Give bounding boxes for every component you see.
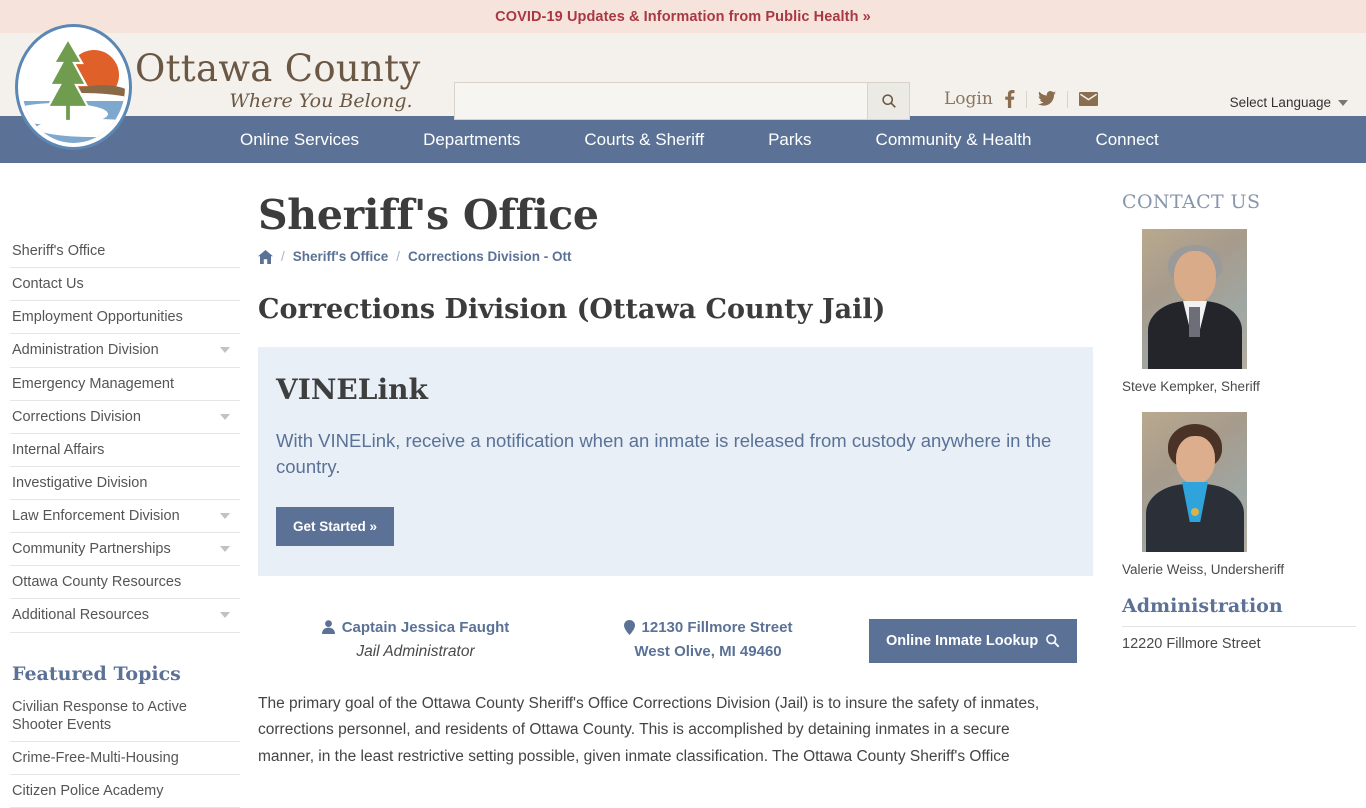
- map-pin-icon: [624, 620, 635, 635]
- jail-address-block: 12130 Fillmore Street West Olive, MI 494…: [563, 619, 853, 660]
- breadcrumb-separator: /: [396, 249, 400, 264]
- site-logo[interactable]: Ottawa County Where You Belong.: [18, 27, 421, 147]
- breadcrumb: / Sheriff's Office / Corrections Divisio…: [258, 249, 1100, 264]
- contact-us-heading: CONTACT US: [1122, 191, 1366, 213]
- sidebar-item-ottawa-county-resources[interactable]: Ottawa County Resources: [10, 566, 240, 599]
- jail-address-line2: West Olive, MI 49460: [563, 643, 853, 660]
- featured-item-citizen-police-academy[interactable]: Citizen Police Academy: [10, 775, 240, 808]
- sidebar-item-label: Investigative Division: [12, 474, 147, 492]
- nav-item-connect[interactable]: Connect: [1063, 116, 1190, 163]
- sidebar-item-label: Additional Resources: [12, 606, 149, 624]
- search-icon: [1045, 633, 1060, 648]
- nav-item-parks[interactable]: Parks: [736, 116, 843, 163]
- contact-info-row: Captain Jessica Faught Jail Administrato…: [258, 619, 1100, 663]
- chevron-down-icon[interactable]: [220, 513, 230, 519]
- chevron-down-icon[interactable]: [220, 347, 230, 353]
- get-started-button[interactable]: Get Started »: [276, 507, 394, 546]
- sidebar-item-contact-us[interactable]: Contact Us: [10, 268, 240, 301]
- administration-heading: Administration: [1122, 595, 1356, 627]
- administration-address: 12220 Fillmore Street: [1122, 636, 1366, 652]
- ottawa-county-seal-icon: [18, 27, 129, 147]
- portrait-steve-kempker: [1142, 229, 1247, 369]
- pine-tree-icon: [40, 37, 96, 121]
- right-sidebar: CONTACT US Steve Kempker, Sheriff Valeri…: [1100, 163, 1366, 808]
- sidebar-item-law-enforcement-division[interactable]: Law Enforcement Division: [10, 500, 240, 533]
- header-utility-links: Login: [944, 89, 1098, 109]
- chevron-down-icon[interactable]: [220, 612, 230, 618]
- sidebar-item-corrections-division[interactable]: Corrections Division: [10, 401, 240, 434]
- sidebar-item-sheriffs-office[interactable]: Sheriff's Office: [10, 235, 240, 268]
- section-title: Corrections Division (Ottawa County Jail…: [258, 294, 1100, 325]
- vinelink-panel: VINELink With VINELink, receive a notifi…: [258, 347, 1093, 576]
- featured-item-label: Crime-Free-Multi-Housing: [12, 749, 179, 767]
- featured-item-civilian-response[interactable]: Civilian Response to Active Shooter Even…: [10, 691, 240, 742]
- featured-topics-list: Civilian Response to Active Shooter Even…: [10, 691, 240, 808]
- sidebar-item-label: Emergency Management: [12, 375, 174, 393]
- language-selector-label: Select Language: [1230, 95, 1331, 110]
- search-input[interactable]: [454, 82, 868, 120]
- vinelink-heading: VINELink: [276, 373, 1093, 406]
- sidebar-item-label: Contact Us: [12, 275, 84, 293]
- nav-item-community-health[interactable]: Community & Health: [844, 116, 1064, 163]
- sidebar-item-internal-affairs[interactable]: Internal Affairs: [10, 434, 240, 467]
- sidebar-item-investigative-division[interactable]: Investigative Division: [10, 467, 240, 500]
- sidebar-item-label: Sheriff's Office: [12, 242, 105, 260]
- online-inmate-lookup-label: Online Inmate Lookup: [886, 633, 1038, 649]
- page-body: Sheriff's Office Contact Us Employment O…: [0, 163, 1366, 808]
- sidebar-item-employment-opportunities[interactable]: Employment Opportunities: [10, 301, 240, 334]
- vinelink-description: With VINELink, receive a notification wh…: [276, 428, 1066, 481]
- sidebar-nav: Sheriff's Office Contact Us Employment O…: [10, 235, 240, 633]
- sidebar-item-label: Administration Division: [12, 341, 159, 359]
- chevron-down-icon[interactable]: [220, 414, 230, 420]
- featured-item-crime-free-multi-housing[interactable]: Crime-Free-Multi-Housing: [10, 742, 240, 775]
- left-sidebar: Sheriff's Office Contact Us Employment O…: [0, 163, 240, 808]
- person-icon: [322, 620, 335, 634]
- sidebar-item-community-partnerships[interactable]: Community Partnerships: [10, 533, 240, 566]
- sidebar-item-administration-division[interactable]: Administration Division: [10, 334, 240, 367]
- sidebar-item-label: Law Enforcement Division: [12, 507, 180, 525]
- jail-administrator-title: Jail Administrator: [268, 643, 563, 661]
- online-inmate-lookup-button[interactable]: Online Inmate Lookup: [869, 619, 1077, 663]
- nav-item-courts-sheriff[interactable]: Courts & Sheriff: [552, 116, 736, 163]
- sidebar-item-label: Community Partnerships: [12, 540, 171, 558]
- sidebar-item-label: Internal Affairs: [12, 441, 104, 459]
- featured-item-label: Citizen Police Academy: [12, 782, 164, 800]
- logo-title: Ottawa County: [135, 50, 421, 87]
- breadcrumb-item-sheriffs-office[interactable]: Sheriff's Office: [293, 249, 388, 264]
- sidebar-item-label: Ottawa County Resources: [12, 573, 181, 591]
- intro-paragraph: The primary goal of the Ottawa County Sh…: [258, 691, 1068, 771]
- portrait-valerie-weiss: [1142, 412, 1247, 552]
- sidebar-item-additional-resources[interactable]: Additional Resources: [10, 599, 240, 632]
- portrait-caption-sheriff: Steve Kempker, Sheriff: [1122, 379, 1366, 394]
- jail-administrator-block: Captain Jessica Faught Jail Administrato…: [258, 619, 563, 661]
- covid-banner-link[interactable]: COVID-19 Updates & Information from Publ…: [495, 9, 871, 25]
- chevron-down-icon[interactable]: [220, 546, 230, 552]
- language-selector[interactable]: Select Language: [1230, 95, 1348, 110]
- facebook-icon[interactable]: [1004, 90, 1015, 108]
- twitter-icon[interactable]: [1038, 91, 1056, 107]
- divider: [1067, 91, 1068, 108]
- featured-item-label: Civilian Response to Active Shooter Even…: [12, 698, 230, 734]
- breadcrumb-separator: /: [281, 249, 285, 264]
- envelope-icon[interactable]: [1079, 92, 1098, 106]
- featured-topics-heading: Featured Topics: [12, 663, 240, 685]
- search-button[interactable]: [868, 82, 910, 120]
- login-link[interactable]: Login: [944, 89, 993, 109]
- divider: [1026, 91, 1027, 108]
- portrait-caption-undersheriff: Valerie Weiss, Undersheriff: [1122, 562, 1366, 577]
- search-icon: [881, 93, 897, 109]
- main-content: Sheriff's Office / Sheriff's Office / Co…: [240, 163, 1100, 808]
- site-search: [454, 82, 910, 120]
- sidebar-item-label: Employment Opportunities: [12, 308, 183, 326]
- chevron-down-icon: [1338, 100, 1348, 106]
- page-title: Sheriff's Office: [258, 191, 1100, 239]
- breadcrumb-item-corrections-division[interactable]: Corrections Division - Ott: [408, 249, 572, 264]
- logo-tagline: Where You Belong.: [135, 90, 413, 112]
- home-icon[interactable]: [258, 250, 273, 264]
- sidebar-item-label: Corrections Division: [12, 408, 141, 426]
- jail-address-line1: 12130 Fillmore Street: [642, 619, 793, 636]
- jail-administrator-name: Captain Jessica Faught: [342, 619, 510, 636]
- site-header: Ottawa County Where You Belong. Login Se…: [0, 33, 1366, 116]
- sidebar-item-emergency-management[interactable]: Emergency Management: [10, 368, 240, 401]
